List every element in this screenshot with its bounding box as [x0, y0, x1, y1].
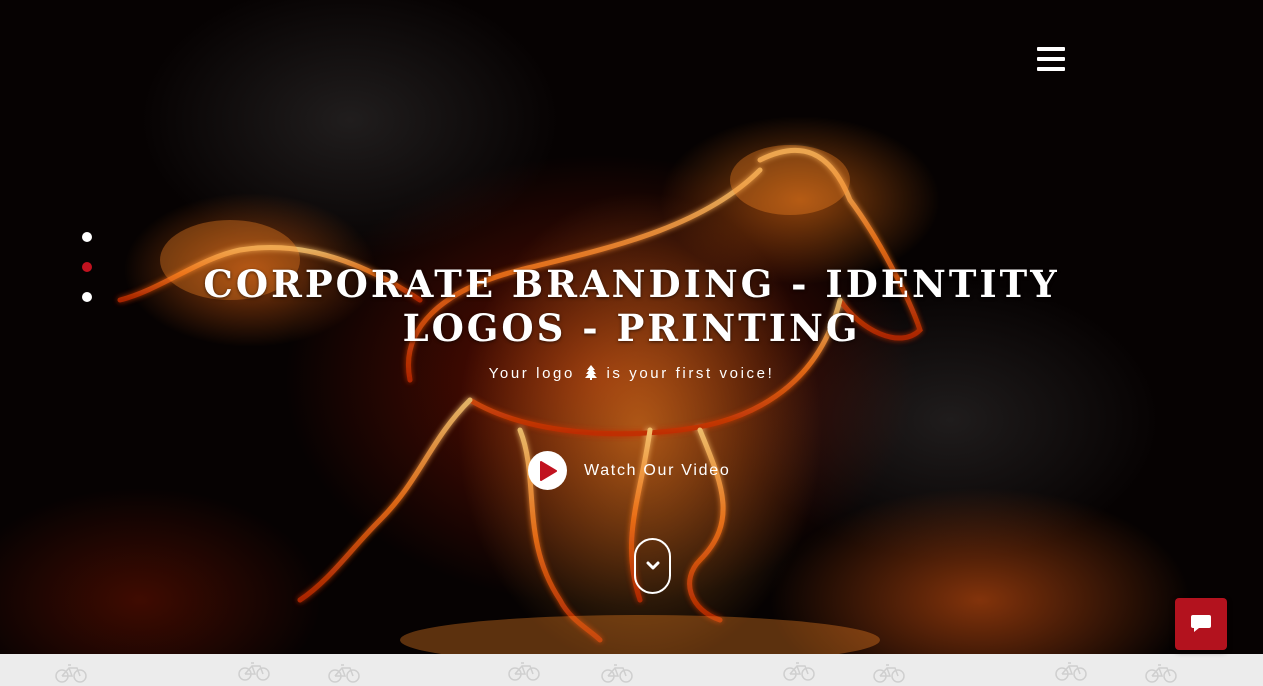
- slide-dot-2[interactable]: [82, 262, 92, 272]
- hero-tagline: Your logo is your first voice!: [330, 365, 933, 382]
- tree-icon: [584, 365, 597, 380]
- bicycle-pattern-strip: [0, 654, 1263, 686]
- tagline-text-before: Your logo: [488, 365, 575, 382]
- bicycle-pattern-icon: [55, 662, 1177, 683]
- hero-section: CORPORATE BRANDING - IDENTITY LOGOS - PR…: [0, 0, 1263, 654]
- slide-pagination: [82, 232, 92, 322]
- watch-video-button[interactable]: Watch Our Video: [528, 451, 730, 490]
- chat-button[interactable]: [1175, 598, 1227, 650]
- slide-dot-3[interactable]: [82, 292, 92, 302]
- tagline-text-after: is your first voice!: [606, 365, 775, 382]
- slide-dot-1[interactable]: [82, 232, 92, 242]
- chat-bubble-icon: [1191, 615, 1211, 632]
- hero-headline: CORPORATE BRANDING - IDENTITY LOGOS - PR…: [203, 262, 1060, 350]
- watch-video-label[interactable]: Watch Our Video: [584, 462, 730, 480]
- scroll-down-button[interactable]: [634, 538, 671, 594]
- hamburger-menu-icon[interactable]: [1037, 47, 1065, 73]
- play-icon[interactable]: [528, 451, 567, 490]
- chevron-down-icon: [646, 561, 659, 570]
